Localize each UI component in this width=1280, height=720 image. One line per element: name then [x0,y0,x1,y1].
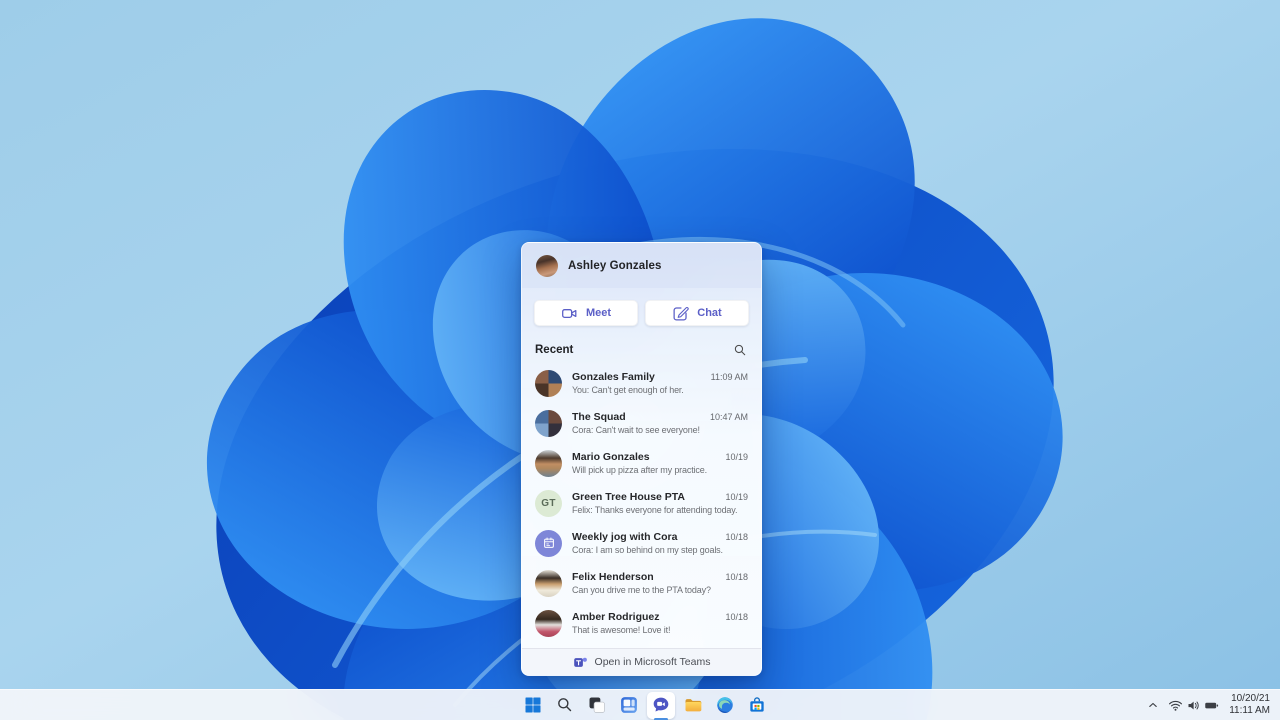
calendar-avatar [535,529,562,557]
chat-preview: Cora: I am so behind on my step goals. [572,545,723,555]
recent-row: Recent [522,326,761,363]
tray-overflow-button[interactable] [1142,692,1164,719]
chat-name: Mario Gonzales [572,451,650,463]
search-chats-button[interactable] [733,343,747,357]
calendar-icon [543,537,554,548]
meet-label: Meet [585,307,612,319]
chat-time: 10/18 [725,532,748,542]
user-avatar[interactable] [536,254,558,277]
task-view-button[interactable] [583,692,611,719]
chevron-up-icon [1149,702,1157,708]
chat-time: 10/19 [725,452,748,462]
open-in-teams-button[interactable]: Open in Microsoft Teams [522,648,761,675]
chat-item-felix-henderson[interactable]: Felix Henderson 10/18 Can you drive me t… [522,563,761,603]
widgets-icon [621,697,637,713]
flyout-header: Ashley Gonzales [522,243,761,288]
contact-avatar [535,449,562,477]
taskbar-center [519,690,771,720]
chat-time: 10/18 [725,572,748,582]
store-button[interactable] [743,692,771,719]
chat-name: Weekly jog with Cora [572,531,678,543]
wifi-icon [1169,700,1183,711]
recent-label: Recent [535,344,574,356]
file-explorer-icon [685,699,702,712]
chat-item-weekly-jog-with-cora[interactable]: Weekly jog with Cora 10/18 Cora: I am so… [522,523,761,563]
teams-chat-taskbar-button[interactable] [647,691,675,720]
chat-label: Chat [697,307,722,319]
taskbar-tray: 10/20/21 11:11 AM [1142,690,1276,720]
group-avatar [535,369,562,397]
file-explorer-button[interactable] [679,692,707,719]
video-camera-icon [562,308,577,318]
chat-preview: You: Can't get enough of her. [572,385,684,395]
volume-icon [1188,701,1199,709]
new-chat-button[interactable]: Chat [645,300,749,326]
chat-preview: Felix: Thanks everyone for attending tod… [572,505,738,515]
teams-chat-flyout: Ashley Gonzales Meet Chat Recent Gonzale… [521,242,762,676]
start-button[interactable] [519,692,547,719]
flyout-actions: Meet Chat [522,288,761,326]
system-tray-cluster-button[interactable] [1164,692,1223,719]
search-icon [558,698,572,712]
task-view-icon [589,697,605,713]
chat-name: Amber Rodriguez [572,611,660,623]
chat-time: 10/19 [725,492,748,502]
tray-time: 11:11 AM [1229,705,1270,716]
clock[interactable]: 10/20/21 11:11 AM [1223,693,1276,718]
chat-preview: Cora: Can't wait to see everyone! [572,425,700,435]
taskbar: 10/20/21 11:11 AM [0,689,1280,720]
widgets-button[interactable] [615,692,643,719]
group-avatar [535,409,562,437]
chat-preview: Can you drive me to the PTA today? [572,585,711,595]
open-in-teams-label: Open in Microsoft Teams [594,656,711,668]
chat-time: 11:09 AM [710,372,748,382]
chat-name: The Squad [572,411,626,423]
edge-icon [717,697,733,713]
chat-item-amber-rodriguez[interactable]: Amber Rodriguez 10/18 That is awesome! L… [522,603,761,643]
chat-preview: Will pick up pizza after my practice. [572,465,707,475]
start-icon [525,697,541,713]
chat-item-the-squad[interactable]: The Squad 10:47 AM Cora: Can't wait to s… [522,403,761,443]
search-button[interactable] [551,692,579,719]
chat-item-gonzales-family[interactable]: Gonzales Family 11:09 AM You: Can't get … [522,363,761,403]
chat-time: 10:47 AM [709,412,748,422]
chat-time: 10/18 [725,612,748,622]
chat-item-mario-gonzales[interactable]: Mario Gonzales 10/19 Will pick up pizza … [522,443,761,483]
meet-button[interactable]: Meet [534,300,638,326]
chat-name: Green Tree House PTA [572,491,686,503]
initials-avatar: GT [535,489,562,517]
compose-icon [673,306,689,321]
store-icon [750,697,764,712]
battery-icon [1205,702,1219,708]
recent-chat-list: Gonzales Family 11:09 AM You: Can't get … [522,363,761,648]
tray-date: 10/20/21 [1231,692,1270,704]
chat-name: Felix Henderson [572,571,654,583]
search-icon [734,344,746,356]
contact-avatar [535,609,562,637]
chat-preview: That is awesome! Love it! [572,625,671,635]
chat-name: Gonzales Family [572,371,655,383]
windows-desktop: Ashley Gonzales Meet Chat Recent Gonzale… [0,0,1280,720]
teams-logo-icon [573,657,587,667]
contact-avatar [535,569,562,597]
user-name: Ashley Gonzales [568,259,662,272]
chat-item-green-tree-house-pta[interactable]: GT Green Tree House PTA 10/19 Felix: Tha… [522,483,761,523]
teams-chat-icon [653,697,669,712]
edge-button[interactable] [711,692,739,719]
